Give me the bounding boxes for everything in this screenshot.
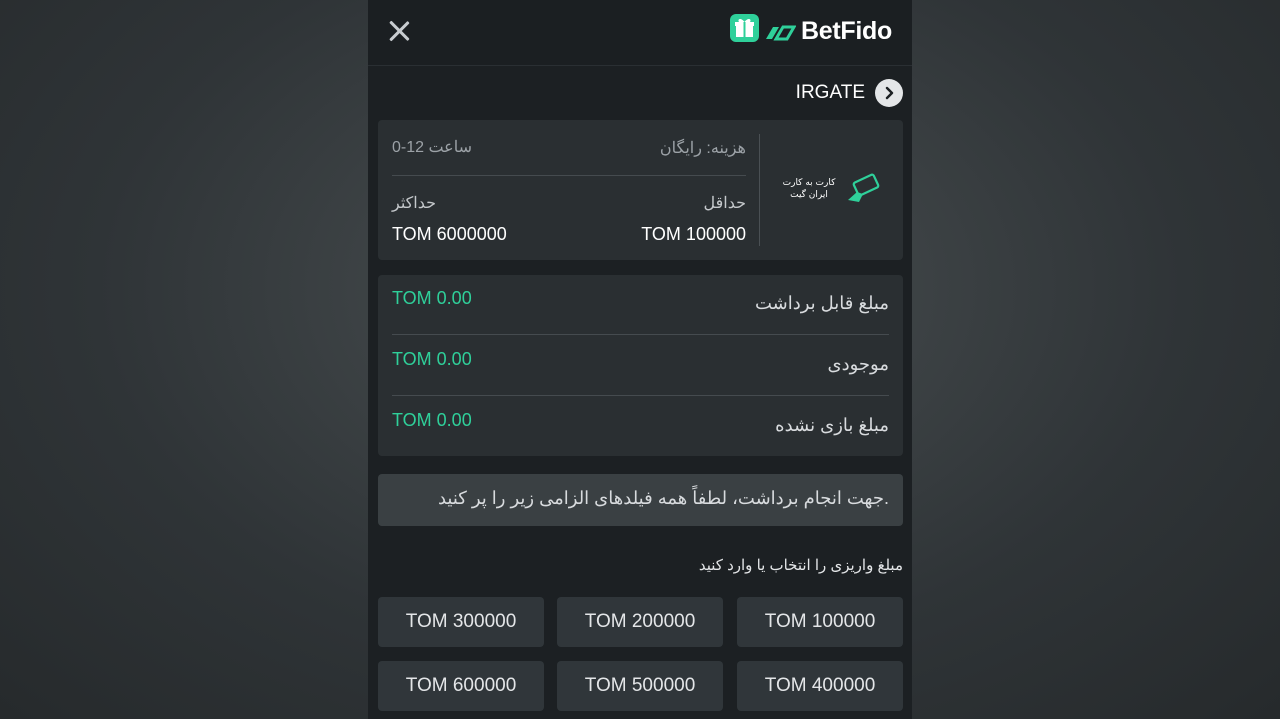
withdraw-panel: BetFido IRGATE کارت به کارت ایران گیت هز…	[368, 0, 912, 719]
method-logo: کارت به کارت ایران گیت	[760, 120, 903, 260]
max-label: حداکثر	[392, 195, 437, 212]
amount-button-100000[interactable]: TOM 100000	[737, 597, 903, 647]
withdrawable-label: مبلغ قابل برداشت	[754, 293, 889, 313]
amount-button-600000[interactable]: TOM 600000	[378, 661, 544, 711]
balance-value: TOM 0.00	[392, 349, 472, 369]
max-value: TOM 6000000	[392, 224, 507, 244]
amount-button-200000[interactable]: TOM 200000	[557, 597, 723, 647]
provider-row[interactable]: IRGATE	[796, 78, 903, 108]
amount-section-label: مبلغ واریزی را انتخاب یا وارد کنید	[698, 557, 903, 574]
unplayed-value: TOM 0.00	[392, 410, 472, 430]
unplayed-label: مبلغ بازی نشده	[775, 415, 889, 435]
withdrawable-value: TOM 0.00	[392, 288, 472, 308]
divider	[392, 175, 746, 176]
min-label: حداقل	[703, 195, 747, 212]
method-divider	[759, 134, 760, 246]
amount-button-300000[interactable]: TOM 300000	[378, 597, 544, 647]
header: BetFido	[368, 0, 912, 66]
balance-card: مبلغ قابل برداشت TOM 0.00 موجودی TOM 0.0…	[378, 275, 903, 456]
chevron-right-icon[interactable]	[875, 79, 903, 107]
method-logo-text: کارت به کارت ایران گیت	[782, 178, 836, 200]
amount-button-400000[interactable]: TOM 400000	[737, 661, 903, 711]
close-icon[interactable]	[386, 18, 412, 44]
gift-icon[interactable]	[730, 14, 759, 42]
notice-banner: جهت انجام برداشت، لطفاً همه فیلدهای الزا…	[378, 474, 903, 526]
provider-name: IRGATE	[795, 82, 865, 103]
divider	[392, 395, 889, 396]
divider	[392, 334, 889, 335]
betfido-logo-icon	[766, 25, 796, 41]
processing-time: 0-12 ساعت	[392, 139, 473, 156]
amount-button-500000[interactable]: TOM 500000	[557, 661, 723, 711]
balance-label: موجودی	[827, 354, 889, 374]
notice-text: جهت انجام برداشت، لطفاً همه فیلدهای الزا…	[437, 488, 889, 508]
payment-method-card: کارت به کارت ایران گیت هزینه: رایگان 0-1…	[378, 120, 903, 260]
brand-name: BetFido	[801, 17, 892, 45]
card-payment-icon	[848, 173, 880, 202]
min-value: TOM 100000	[641, 224, 746, 244]
fee-text: هزینه: رایگان	[659, 140, 746, 157]
